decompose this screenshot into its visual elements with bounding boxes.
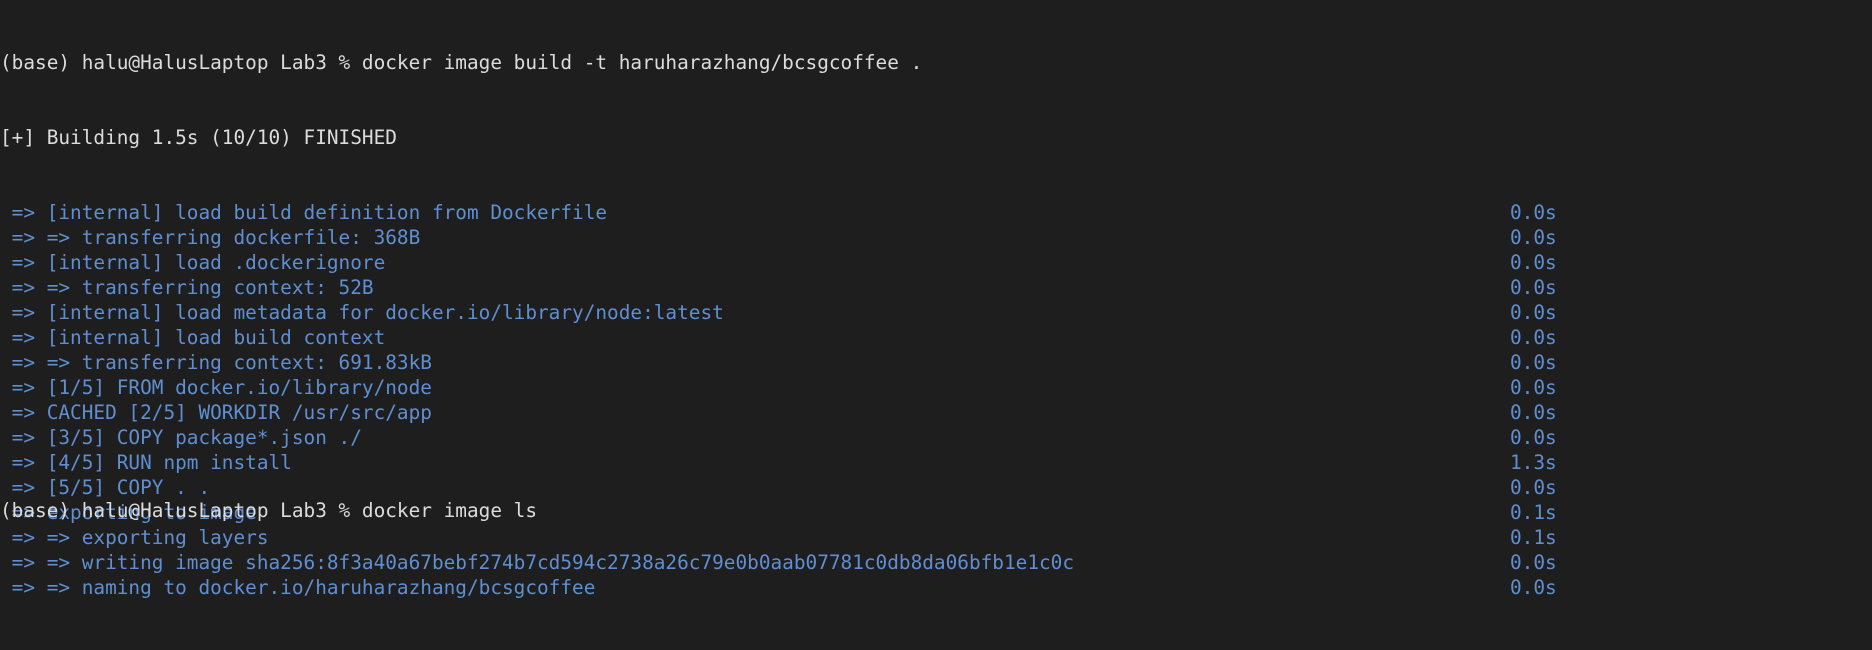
- build-step-time: 0.0s: [1510, 276, 1557, 299]
- build-step-row: => => transferring context: 691.83kB 0.0s: [0, 350, 1872, 375]
- build-step-row: => [internal] load metadata for docker.i…: [0, 300, 1872, 325]
- build-step-time: 0.0s: [1510, 551, 1557, 574]
- build-step-text: => => transferring context: 691.83kB: [0, 351, 432, 374]
- build-step-text: => [internal] load build context: [0, 326, 386, 349]
- build-step-time: 0.0s: [1510, 376, 1557, 399]
- build-step-text: => => transferring context: 52B: [0, 276, 374, 299]
- build-step-row: => [3/5] COPY package*.json ./ 0.0s: [0, 425, 1872, 450]
- build-step-text: => [internal] load .dockerignore: [0, 251, 386, 274]
- build-step-text: => [internal] load build definition from…: [0, 201, 608, 224]
- build-step-row: => [4/5] RUN npm install 1.3s: [0, 450, 1872, 475]
- build-step-row: => => writing image sha256:8f3a40a67bebf…: [0, 550, 1872, 575]
- build-step-row: => => naming to docker.io/haruharazhang/…: [0, 575, 1872, 600]
- build-step-row: => CACHED [2/5] WORKDIR /usr/src/app 0.0s: [0, 400, 1872, 425]
- build-step-time: 0.0s: [1510, 326, 1557, 349]
- build-step-row: => [internal] load .dockerignore 0.0s: [0, 250, 1872, 275]
- build-step-text: => => naming to docker.io/haruharazhang/…: [0, 576, 596, 599]
- next-prompt-line: (base) halu@HalusLaptop Lab3 % docker im…: [0, 499, 538, 522]
- build-step-time: 0.0s: [1510, 576, 1557, 599]
- build-step-text: => [4/5] RUN npm install: [0, 451, 292, 474]
- build-step-time: 0.0s: [1510, 251, 1557, 274]
- build-step-time: 0.0s: [1510, 351, 1557, 374]
- build-step-time: 0.1s: [1510, 526, 1557, 549]
- build-step-row: => => transferring context: 52B 0.0s: [0, 275, 1872, 300]
- build-step-time: 0.0s: [1510, 426, 1557, 449]
- build-step-row: => => transferring dockerfile: 368B 0.0s: [0, 225, 1872, 250]
- build-steps: => [internal] load build definition from…: [0, 200, 1872, 600]
- build-step-text: => [1/5] FROM docker.io/library/node: [0, 376, 432, 399]
- build-step-time: 0.0s: [1510, 226, 1557, 249]
- prompt-line: (base) halu@HalusLaptop Lab3 % docker im…: [0, 51, 923, 74]
- build-step-time: 0.0s: [1510, 301, 1557, 324]
- terminal-output[interactable]: (base) halu@HalusLaptop Lab3 % docker im…: [0, 0, 1872, 599]
- build-step-time: 0.0s: [1510, 401, 1557, 424]
- build-step-text: => [3/5] COPY package*.json ./: [0, 426, 362, 449]
- build-status-line: [+] Building 1.5s (10/10) FINISHED: [0, 126, 397, 149]
- build-step-time: 0.0s: [1510, 476, 1557, 499]
- build-step-time: 0.0s: [1510, 201, 1557, 224]
- build-step-text: => => writing image sha256:8f3a40a67bebf…: [0, 551, 1075, 574]
- build-step-text: => => exporting layers: [0, 526, 269, 549]
- build-step-time: 0.1s: [1510, 501, 1557, 524]
- build-step-text: => => transferring dockerfile: 368B: [0, 226, 421, 249]
- build-step-row: => [internal] load build definition from…: [0, 200, 1872, 225]
- build-step-row: => => exporting layers 0.1s: [0, 525, 1872, 550]
- build-step-row: => [internal] load build context 0.0s: [0, 325, 1872, 350]
- build-step-text: => [5/5] COPY . .: [0, 476, 211, 499]
- build-step-time: 1.3s: [1510, 451, 1557, 474]
- build-step-row: => [1/5] FROM docker.io/library/node 0.0s: [0, 375, 1872, 400]
- build-step-text: => CACHED [2/5] WORKDIR /usr/src/app: [0, 401, 432, 424]
- build-step-row: => [5/5] COPY . . 0.0s: [0, 475, 1872, 500]
- build-step-text: => [internal] load metadata for docker.i…: [0, 301, 724, 324]
